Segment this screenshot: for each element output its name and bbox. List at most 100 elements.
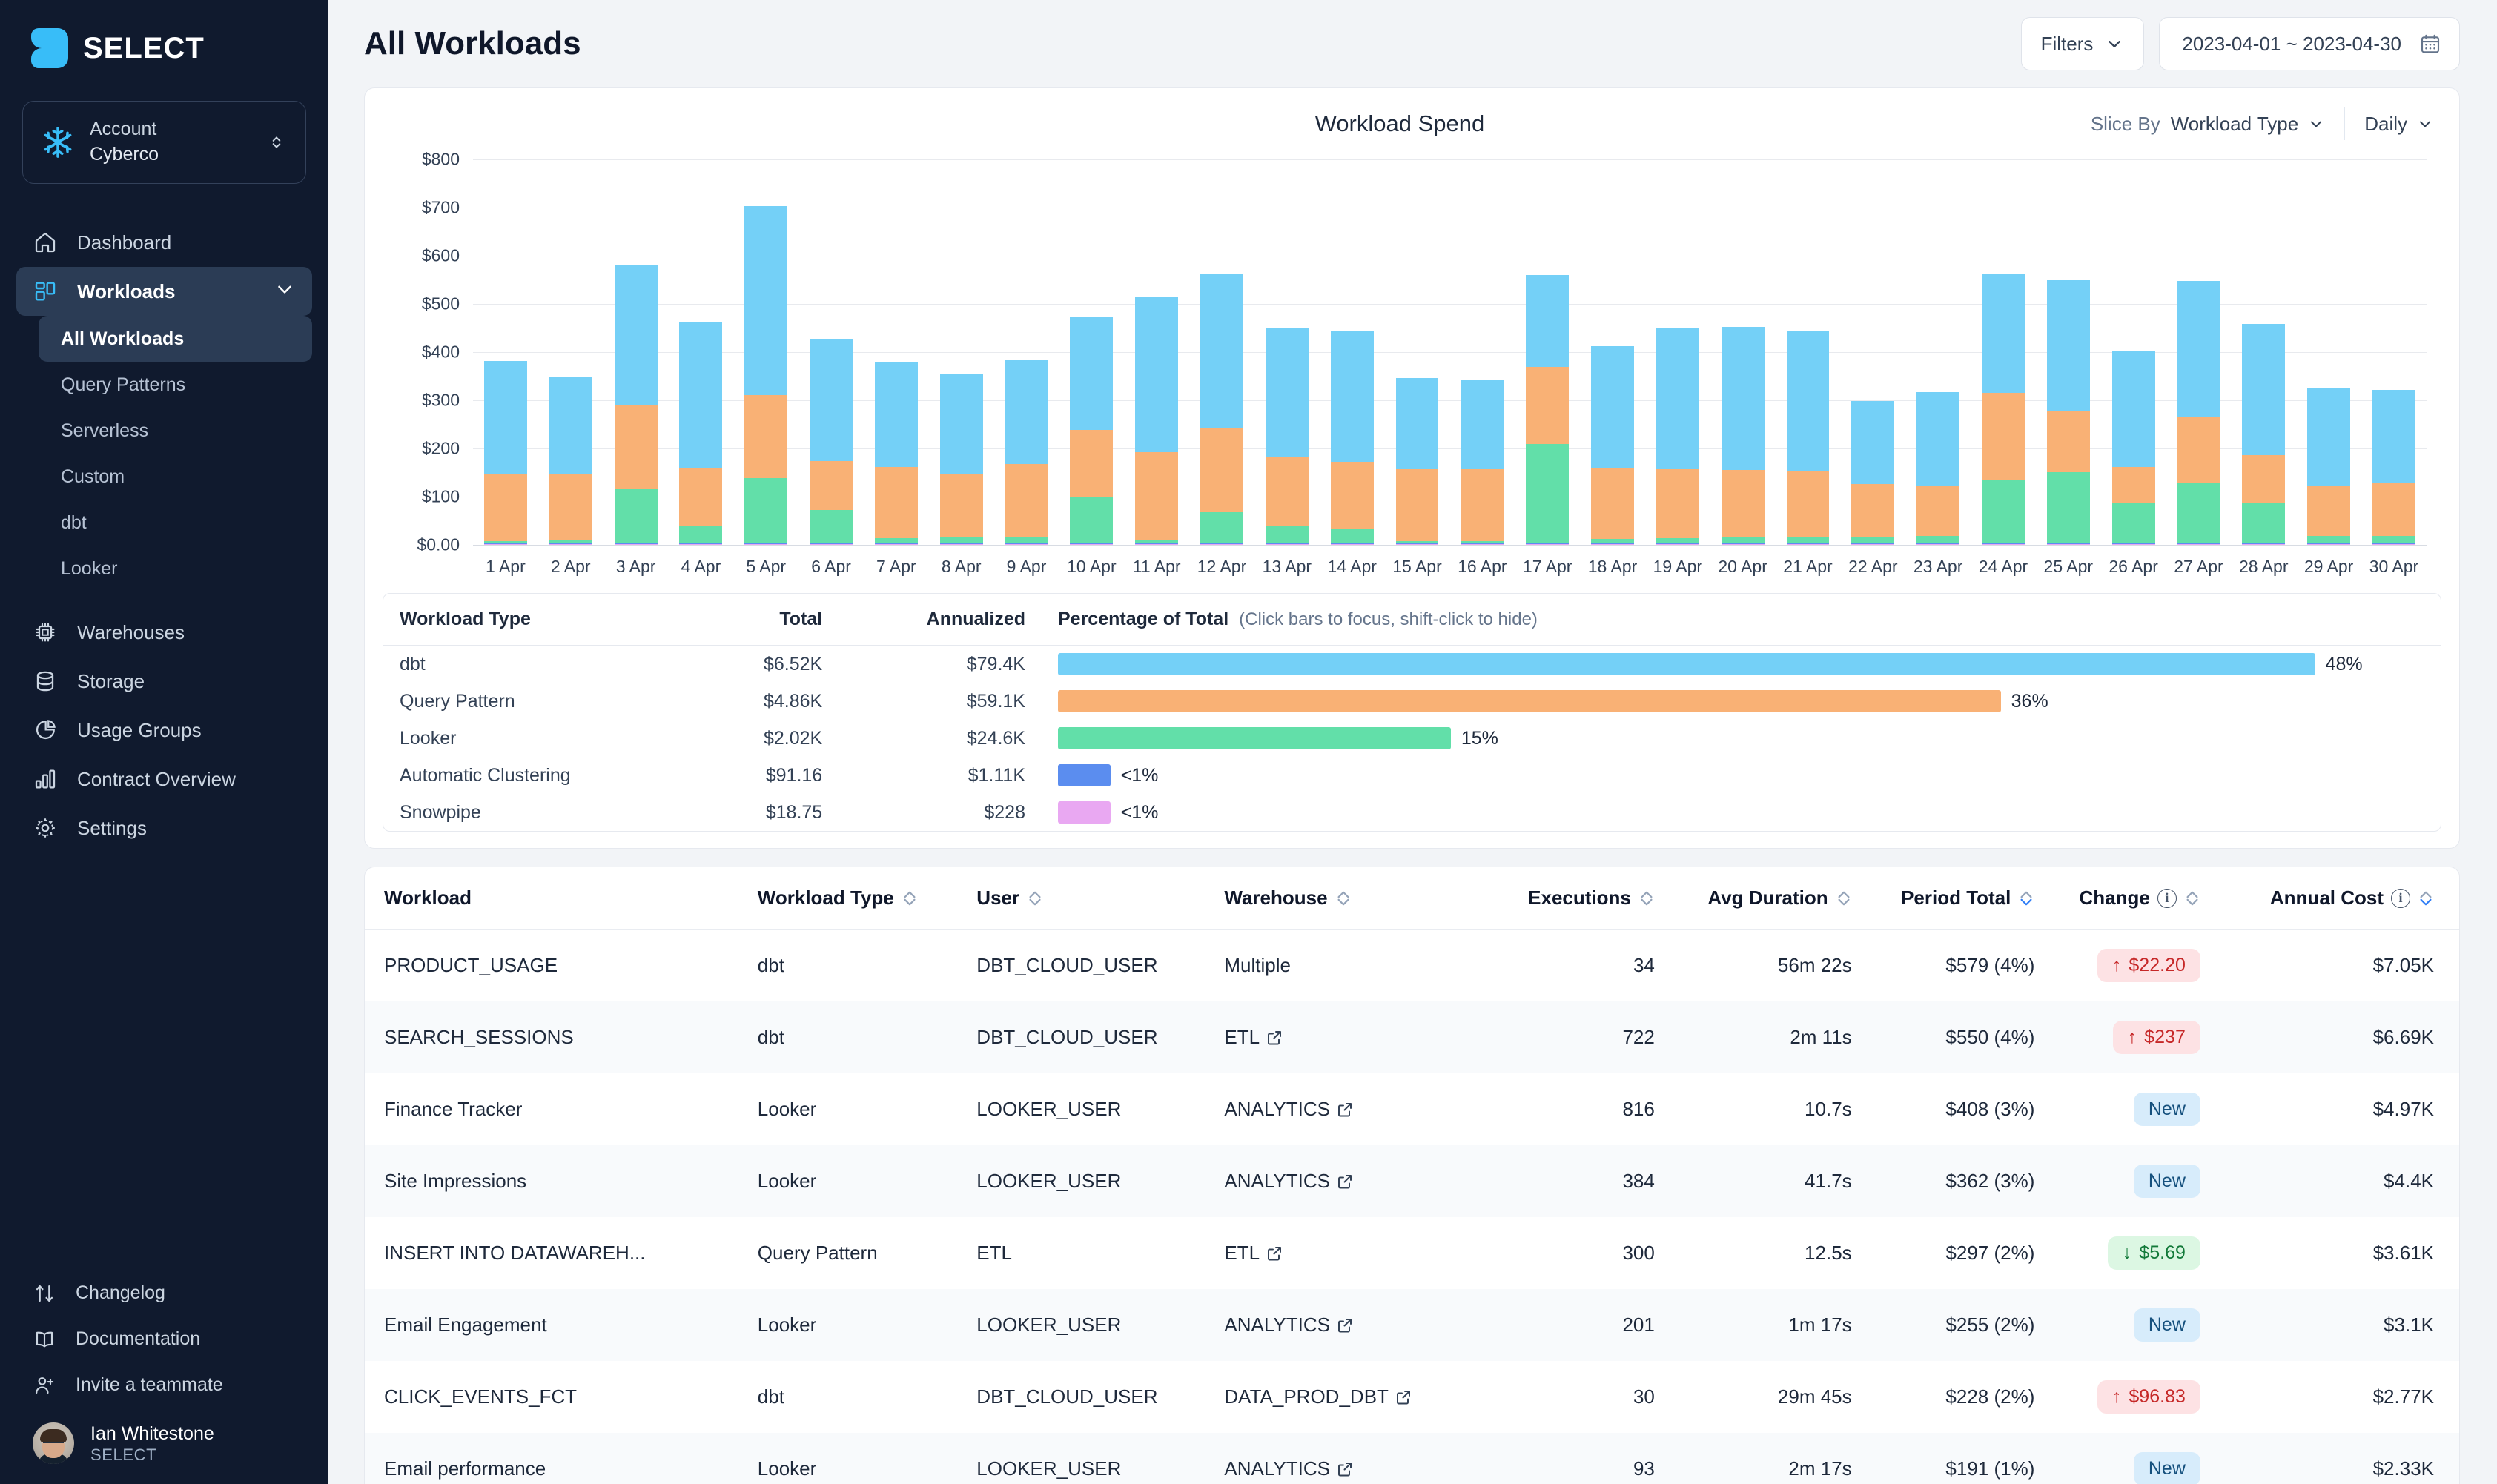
stacked-bar[interactable] [614,265,658,545]
external-link-icon[interactable] [1395,1388,1412,1406]
legend-percentage-cell[interactable]: 48% [1042,646,2441,683]
bar-segment[interactable] [1265,526,1309,543]
table-column-header[interactable]: Warehouse [1224,867,1482,930]
legend-row[interactable]: Snowpipe $18.75 $228 <1% [383,794,2441,831]
bar-segment[interactable] [1395,468,1439,542]
legend-percentage-bar[interactable] [1058,653,2315,675]
bar-slot[interactable] [1776,159,1841,545]
cell-workload[interactable]: SEARCH_SESSIONS [365,1001,758,1073]
stacked-bar[interactable] [874,362,918,545]
bar-segment[interactable] [744,544,788,545]
cell-workload[interactable]: PRODUCT_USAGE [365,930,758,1002]
bar-slot[interactable] [1580,159,1645,545]
table-row[interactable]: Finance Tracker Looker LOOKER_USER ANALYTIC… [365,1073,2459,1145]
bar-segment[interactable] [614,544,658,545]
cell-warehouse[interactable]: ANALYTICS [1224,1145,1481,1217]
cell-workload[interactable]: Site Impressions [365,1145,758,1217]
bar-segment[interactable] [1461,380,1504,469]
bar-slot[interactable] [1840,159,1905,545]
bar-slot[interactable] [2036,159,2101,545]
bar-segment[interactable] [874,466,918,538]
bar-slot[interactable] [1254,159,1320,545]
bar-segment[interactable] [744,478,788,543]
table-row[interactable]: CLICK_EVENTS_FCT dbt DBT_CLOUD_USER DATA_PR… [365,1361,2459,1433]
bar-segment[interactable] [1265,544,1309,545]
table-column-header[interactable]: User [976,867,1225,930]
bar-slot[interactable] [929,159,994,545]
bar-segment[interactable] [2242,455,2286,504]
bar-slot[interactable] [1515,159,1580,545]
bar-slot[interactable] [473,159,538,545]
table-column-header[interactable]: Change i [2034,867,2200,930]
legend-row[interactable]: dbt $6.52K $79.4K 48% [383,646,2441,683]
slice-by-select[interactable]: Workload Type [2171,113,2325,136]
brand-logo[interactable]: SELECT [0,0,328,68]
legend-row[interactable]: Looker $2.02K $24.6K 15% [383,720,2441,757]
bar-slot[interactable] [1710,159,1776,545]
legend-row[interactable]: Query Pattern $4.86K $59.1K 36% [383,683,2441,720]
bar-segment[interactable] [1526,366,1570,444]
bar-slot[interactable] [1385,159,1450,545]
bar-segment[interactable] [1265,457,1309,527]
sidebar-item-serverless[interactable]: Serverless [39,408,312,454]
legend-percentage-bar[interactable] [1058,764,1111,786]
bar-segment[interactable] [2372,389,2415,483]
bar-segment[interactable] [483,544,527,545]
external-link-icon[interactable] [1266,1245,1283,1262]
bar-slot[interactable] [2231,159,2296,545]
bar-segment[interactable] [1526,544,1570,545]
bar-segment[interactable] [1591,345,1634,469]
legend-percentage-cell[interactable]: 36% [1042,683,2441,720]
bar-segment[interactable] [1330,461,1374,529]
bar-segment[interactable] [1005,544,1048,545]
stacked-bar[interactable] [1656,328,1699,545]
bar-segment[interactable] [1786,544,1830,545]
filters-button[interactable]: Filters [2020,17,2145,70]
table-row[interactable]: SEARCH_SESSIONS dbt DBT_CLOUD_USER ETL 722 2m… [365,1001,2459,1073]
sidebar-item-dashboard[interactable]: Dashboard [16,218,312,267]
stacked-bar[interactable] [810,338,853,545]
bar-segment[interactable] [679,322,723,469]
sidebar-item-usage-groups[interactable]: Usage Groups [16,706,312,755]
sort-icon[interactable] [1638,890,1655,907]
bar-segment[interactable] [2307,388,2351,487]
bar-segment[interactable] [2046,280,2090,411]
bar-segment[interactable] [483,361,527,474]
bar-segment[interactable] [2111,467,2155,504]
external-link-icon[interactable] [1336,1101,1354,1119]
legend-percentage-bar[interactable] [1058,690,2001,712]
bar-segment[interactable] [1851,401,1895,485]
table-column-header[interactable]: Executions [1481,867,1655,930]
external-link-icon[interactable] [1336,1173,1354,1190]
cell-warehouse[interactable]: ANALYTICS [1224,1289,1481,1361]
bar-segment[interactable] [1005,536,1048,543]
bar-slot[interactable] [994,159,1059,545]
bar-segment[interactable] [1135,296,1179,452]
bar-segment[interactable] [1981,274,2025,394]
sidebar-item-query-patterns[interactable]: Query Patterns [39,362,312,408]
stacked-bar[interactable] [2372,389,2415,545]
bar-segment[interactable] [1916,486,1960,537]
stacked-bar[interactable] [2242,323,2286,545]
table-column-header[interactable]: Annual Cost i [2200,867,2459,930]
bar-segment[interactable] [810,338,853,461]
bar-segment[interactable] [1981,480,2025,543]
stacked-bar[interactable] [2111,351,2155,545]
bar-segment[interactable] [1135,451,1179,540]
bar-segment[interactable] [1330,544,1374,545]
table-row[interactable]: INSERT INTO DATAWAREH... Query Pattern ETL… [365,1217,2459,1289]
bar-segment[interactable] [1916,544,1960,545]
bar-slot[interactable] [1971,159,2036,545]
bar-segment[interactable] [1395,544,1439,545]
sort-icon[interactable] [902,890,918,907]
sidebar-item-workloads[interactable]: Workloads [16,267,312,316]
bar-slot[interactable] [2101,159,2166,545]
bar-segment[interactable] [939,374,983,475]
bar-segment[interactable] [1005,464,1048,537]
bar-segment[interactable] [939,544,983,545]
external-link-icon[interactable] [1266,1029,1283,1047]
table-row[interactable]: Email Engagement Looker LOOKER_USER ANALYTI… [365,1289,2459,1361]
stacked-bar[interactable] [1200,274,1243,545]
bar-segment[interactable] [2372,544,2415,545]
info-icon[interactable]: i [2391,888,2410,908]
